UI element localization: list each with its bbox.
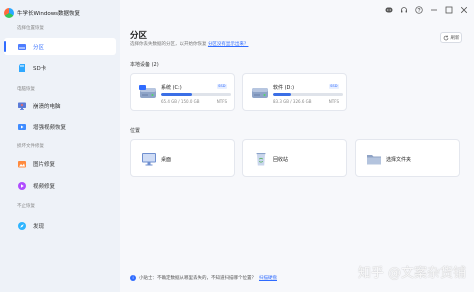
support-icon[interactable] — [400, 6, 408, 14]
sidebar-item-label: SD卡 — [33, 65, 47, 72]
section-label-pc: 电脑恢复 — [17, 87, 35, 92]
sidebar-item-video-enhance[interactable]: 增强视频恢复 — [4, 118, 116, 135]
sidebar-item-sd-card[interactable]: SD卡 — [4, 59, 116, 76]
sidebar-item-label: 图片修复 — [33, 161, 56, 168]
sidebar-item-photo-repair[interactable]: 图片修复 — [4, 155, 116, 172]
disk-card-c[interactable]: 系统 (C:) SSD 65.4 GB / 150.0 GB NTFS — [130, 73, 235, 111]
location-card-select-folder[interactable]: 选择文件夹 — [355, 139, 460, 177]
location-card-desktop[interactable]: 桌面 — [130, 139, 235, 177]
sidebar-item-video-repair[interactable]: 视频修复 — [4, 177, 116, 194]
location-name: 回收站 — [273, 157, 289, 163]
partition-icon — [17, 42, 27, 52]
sidebar-item-label: 视频修复 — [33, 183, 56, 190]
location-label: 位置 — [130, 128, 141, 134]
sidebar-item-label: 崩溃的电脑 — [33, 103, 61, 110]
partition-missing-link[interactable]: 分区没有显示出来？ — [208, 42, 249, 47]
refresh-icon — [443, 35, 448, 40]
disk-name: 系统 (C:) — [161, 85, 182, 91]
sidebar-item-crashed-pc[interactable]: 崩溃的电脑 — [4, 97, 116, 114]
discover-icon — [17, 221, 27, 231]
sidebar-item-label: 发现 — [33, 223, 45, 230]
disk-filesystem: NTFS — [216, 99, 227, 104]
section-label-location: 选择位置恢复 — [17, 26, 44, 31]
sd-card-icon — [17, 63, 27, 73]
disk-usage-fill — [273, 93, 291, 96]
disk-card-d[interactable]: 软件 (D:) SSD 83.3 GB / 326.6 GB NTFS — [242, 73, 347, 111]
crashed-pc-icon — [17, 101, 27, 111]
page-title: 分区 — [130, 31, 148, 41]
disk-size: 65.4 GB / 150.0 GB — [161, 99, 200, 104]
tip-text: 小贴士：不确定数据从哪里丢失的，不知道扫描哪个位置？ — [139, 276, 256, 281]
refresh-button[interactable]: 刷新 — [440, 32, 462, 43]
disk-type-badge: SSD — [328, 84, 339, 89]
disk-usage-fill — [161, 93, 192, 96]
location-name: 桌面 — [161, 157, 172, 163]
scan-disk-link[interactable]: 扫描硬盘 — [259, 275, 277, 281]
tip-bar: i 小贴士：不确定数据从哪里丢失的，不知道扫描哪个位置？ 扫描硬盘 — [130, 275, 277, 281]
location-card-recycle-bin[interactable]: 回收站 — [242, 139, 347, 177]
disk-size: 83.3 GB / 326.6 GB — [273, 99, 312, 104]
help-icon[interactable] — [415, 6, 423, 14]
sidebar: 牛学长Windows数据恢复 选择位置恢复 分区 SD卡 电脑恢复 崩溃的电脑 — [0, 0, 120, 292]
close-icon[interactable] — [460, 6, 468, 14]
watermark: 知乎 @文案杂货铺 — [357, 266, 466, 281]
app-logo-icon — [4, 8, 14, 18]
photo-repair-icon — [17, 159, 27, 169]
video-enhance-icon — [17, 122, 27, 132]
sidebar-item-partition[interactable]: 分区 — [4, 38, 116, 55]
app-title: 牛学长Windows数据恢复 — [17, 11, 81, 17]
feedback-icon[interactable] — [385, 6, 393, 14]
info-icon: i — [130, 275, 136, 281]
section-label-more: 不止恢复 — [17, 204, 35, 209]
disk-filesystem: NTFS — [328, 99, 339, 104]
video-repair-icon — [17, 181, 27, 191]
folder-icon — [366, 151, 382, 167]
refresh-label: 刷新 — [450, 35, 460, 41]
recycle-bin-icon — [253, 151, 269, 167]
sidebar-item-label: 分区 — [33, 44, 45, 51]
maximize-icon[interactable] — [445, 6, 453, 14]
main-panel: 分区 选择你丢失数据的分区，以开始你恢复 分区没有显示出来？ 刷新 本地设备 (… — [120, 0, 474, 292]
hard-drive-icon — [139, 85, 157, 101]
disk-type-badge: SSD — [216, 84, 227, 89]
app-title-bar: 牛学长Windows数据恢复 — [4, 6, 80, 20]
location-name: 选择文件夹 — [386, 157, 412, 163]
disk-name: 软件 (D:) — [273, 85, 295, 91]
sidebar-item-label: 增强视频恢复 — [33, 124, 67, 131]
minimize-icon[interactable] — [430, 6, 438, 14]
disk-usage-bar — [161, 93, 231, 96]
subtitle-text: 选择你丢失数据的分区，以开始你恢复 — [130, 42, 207, 47]
desktop-icon — [141, 151, 157, 167]
page-subtitle: 选择你丢失数据的分区，以开始你恢复 分区没有显示出来？ — [130, 41, 248, 47]
app-window: 牛学长Windows数据恢复 选择位置恢复 分区 SD卡 电脑恢复 崩溃的电脑 — [0, 0, 474, 292]
window-controls — [385, 6, 468, 14]
hard-drive-icon — [251, 85, 269, 101]
section-label-repair: 损坏文件修复 — [17, 144, 44, 149]
local-devices-label: 本地设备 (2) — [130, 62, 159, 68]
disk-usage-bar — [273, 93, 343, 96]
sidebar-item-discover[interactable]: 发现 — [4, 217, 116, 234]
